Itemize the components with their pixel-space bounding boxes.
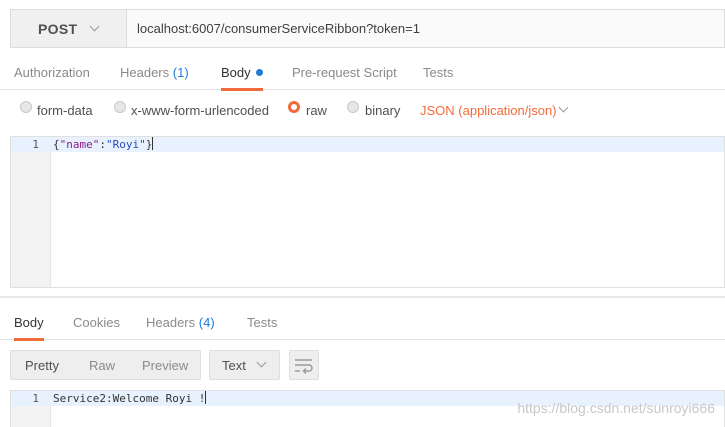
view-mode-toggle: Pretty Raw Preview <box>10 350 201 380</box>
method-select[interactable]: POST <box>11 10 127 47</box>
url-input[interactable] <box>127 10 724 47</box>
text-cursor <box>152 137 154 150</box>
view-raw-button[interactable]: Raw <box>89 351 115 379</box>
method-label: POST <box>38 20 78 37</box>
editor-gutter <box>11 137 51 287</box>
tab-authorization[interactable]: Authorization <box>14 54 90 90</box>
request-body-editor[interactable]: 1 {"name":"Royi"} <box>10 136 725 288</box>
wrap-lines-button[interactable] <box>289 350 319 380</box>
json-brace-open: { <box>53 138 60 151</box>
request-tabs: Authorization Headers (1) Body Pre-reque… <box>0 54 725 91</box>
tab-label: Cookies <box>73 315 120 330</box>
json-brace-close: } <box>145 138 153 151</box>
option-label-raw[interactable]: raw <box>306 103 327 118</box>
code-line[interactable]: {"name":"Royi"} <box>53 137 154 152</box>
response-toolbar: Pretty Raw Preview Text <box>0 348 725 382</box>
text-cursor <box>205 391 207 404</box>
tab-pre-request-script[interactable]: Pre-request Script <box>292 54 397 90</box>
json-key: "name" <box>59 138 100 151</box>
line-number: 1 <box>32 392 39 405</box>
tab-body[interactable]: Body <box>221 54 263 91</box>
radio-form-data[interactable] <box>20 101 32 113</box>
radio-binary[interactable] <box>347 101 359 113</box>
pane-divider[interactable] <box>0 296 725 298</box>
radio-x-www-form-urlencoded[interactable] <box>114 101 126 113</box>
view-pretty-button[interactable]: Pretty <box>25 351 59 379</box>
response-text-line[interactable]: Service2:Welcome Royi ! <box>53 391 207 406</box>
tab-label: Tests <box>423 65 454 80</box>
tab-label: Headers <box>120 65 170 80</box>
response-tabs: Body Cookies Headers (4) Tests <box>0 304 725 341</box>
tab-label: Body <box>221 65 251 80</box>
tab-headers[interactable]: Headers (1) <box>120 54 189 90</box>
option-label-urlencoded[interactable]: x-www-form-urlencoded <box>131 103 269 118</box>
json-value: "Royi" <box>106 138 146 151</box>
json-colon: : <box>99 138 106 151</box>
format-select-label: Text <box>222 358 246 373</box>
body-mode-options: form-data x-www-form-urlencoded raw bina… <box>0 92 725 128</box>
content-type-select[interactable]: JSON (application/json) <box>420 103 557 118</box>
option-label-binary[interactable]: binary <box>365 103 400 118</box>
view-preview-button[interactable]: Preview <box>142 351 188 379</box>
tab-label: Tests <box>247 315 278 330</box>
format-select[interactable]: Text <box>209 350 280 380</box>
chevron-down-icon <box>256 357 267 368</box>
tab-label: Authorization <box>14 65 90 80</box>
line-number: 1 <box>32 138 39 151</box>
response-tab-body[interactable]: Body <box>14 304 44 341</box>
wrap-lines-icon <box>295 359 313 375</box>
response-tab-tests[interactable]: Tests <box>247 304 277 340</box>
modified-dot-icon <box>255 69 263 76</box>
radio-raw[interactable] <box>288 101 300 113</box>
watermark-text: https://blog.csdn.net/sunroyi666 <box>517 400 715 416</box>
tab-count: (1) <box>172 65 189 80</box>
tab-label: Pre-request Script <box>292 65 397 80</box>
tab-label: Body <box>14 315 44 330</box>
response-tab-cookies[interactable]: Cookies <box>73 304 120 340</box>
tab-label: Headers <box>146 315 196 330</box>
option-label-form-data[interactable]: form-data <box>37 103 93 118</box>
chevron-down-icon <box>89 21 100 32</box>
request-url-bar: POST <box>10 9 725 48</box>
tab-tests[interactable]: Tests <box>423 54 453 90</box>
tab-count: (4) <box>198 315 215 330</box>
chevron-down-icon[interactable] <box>558 102 569 113</box>
response-text: Service2:Welcome Royi ! <box>53 392 206 405</box>
response-tab-headers[interactable]: Headers (4) <box>146 304 215 340</box>
